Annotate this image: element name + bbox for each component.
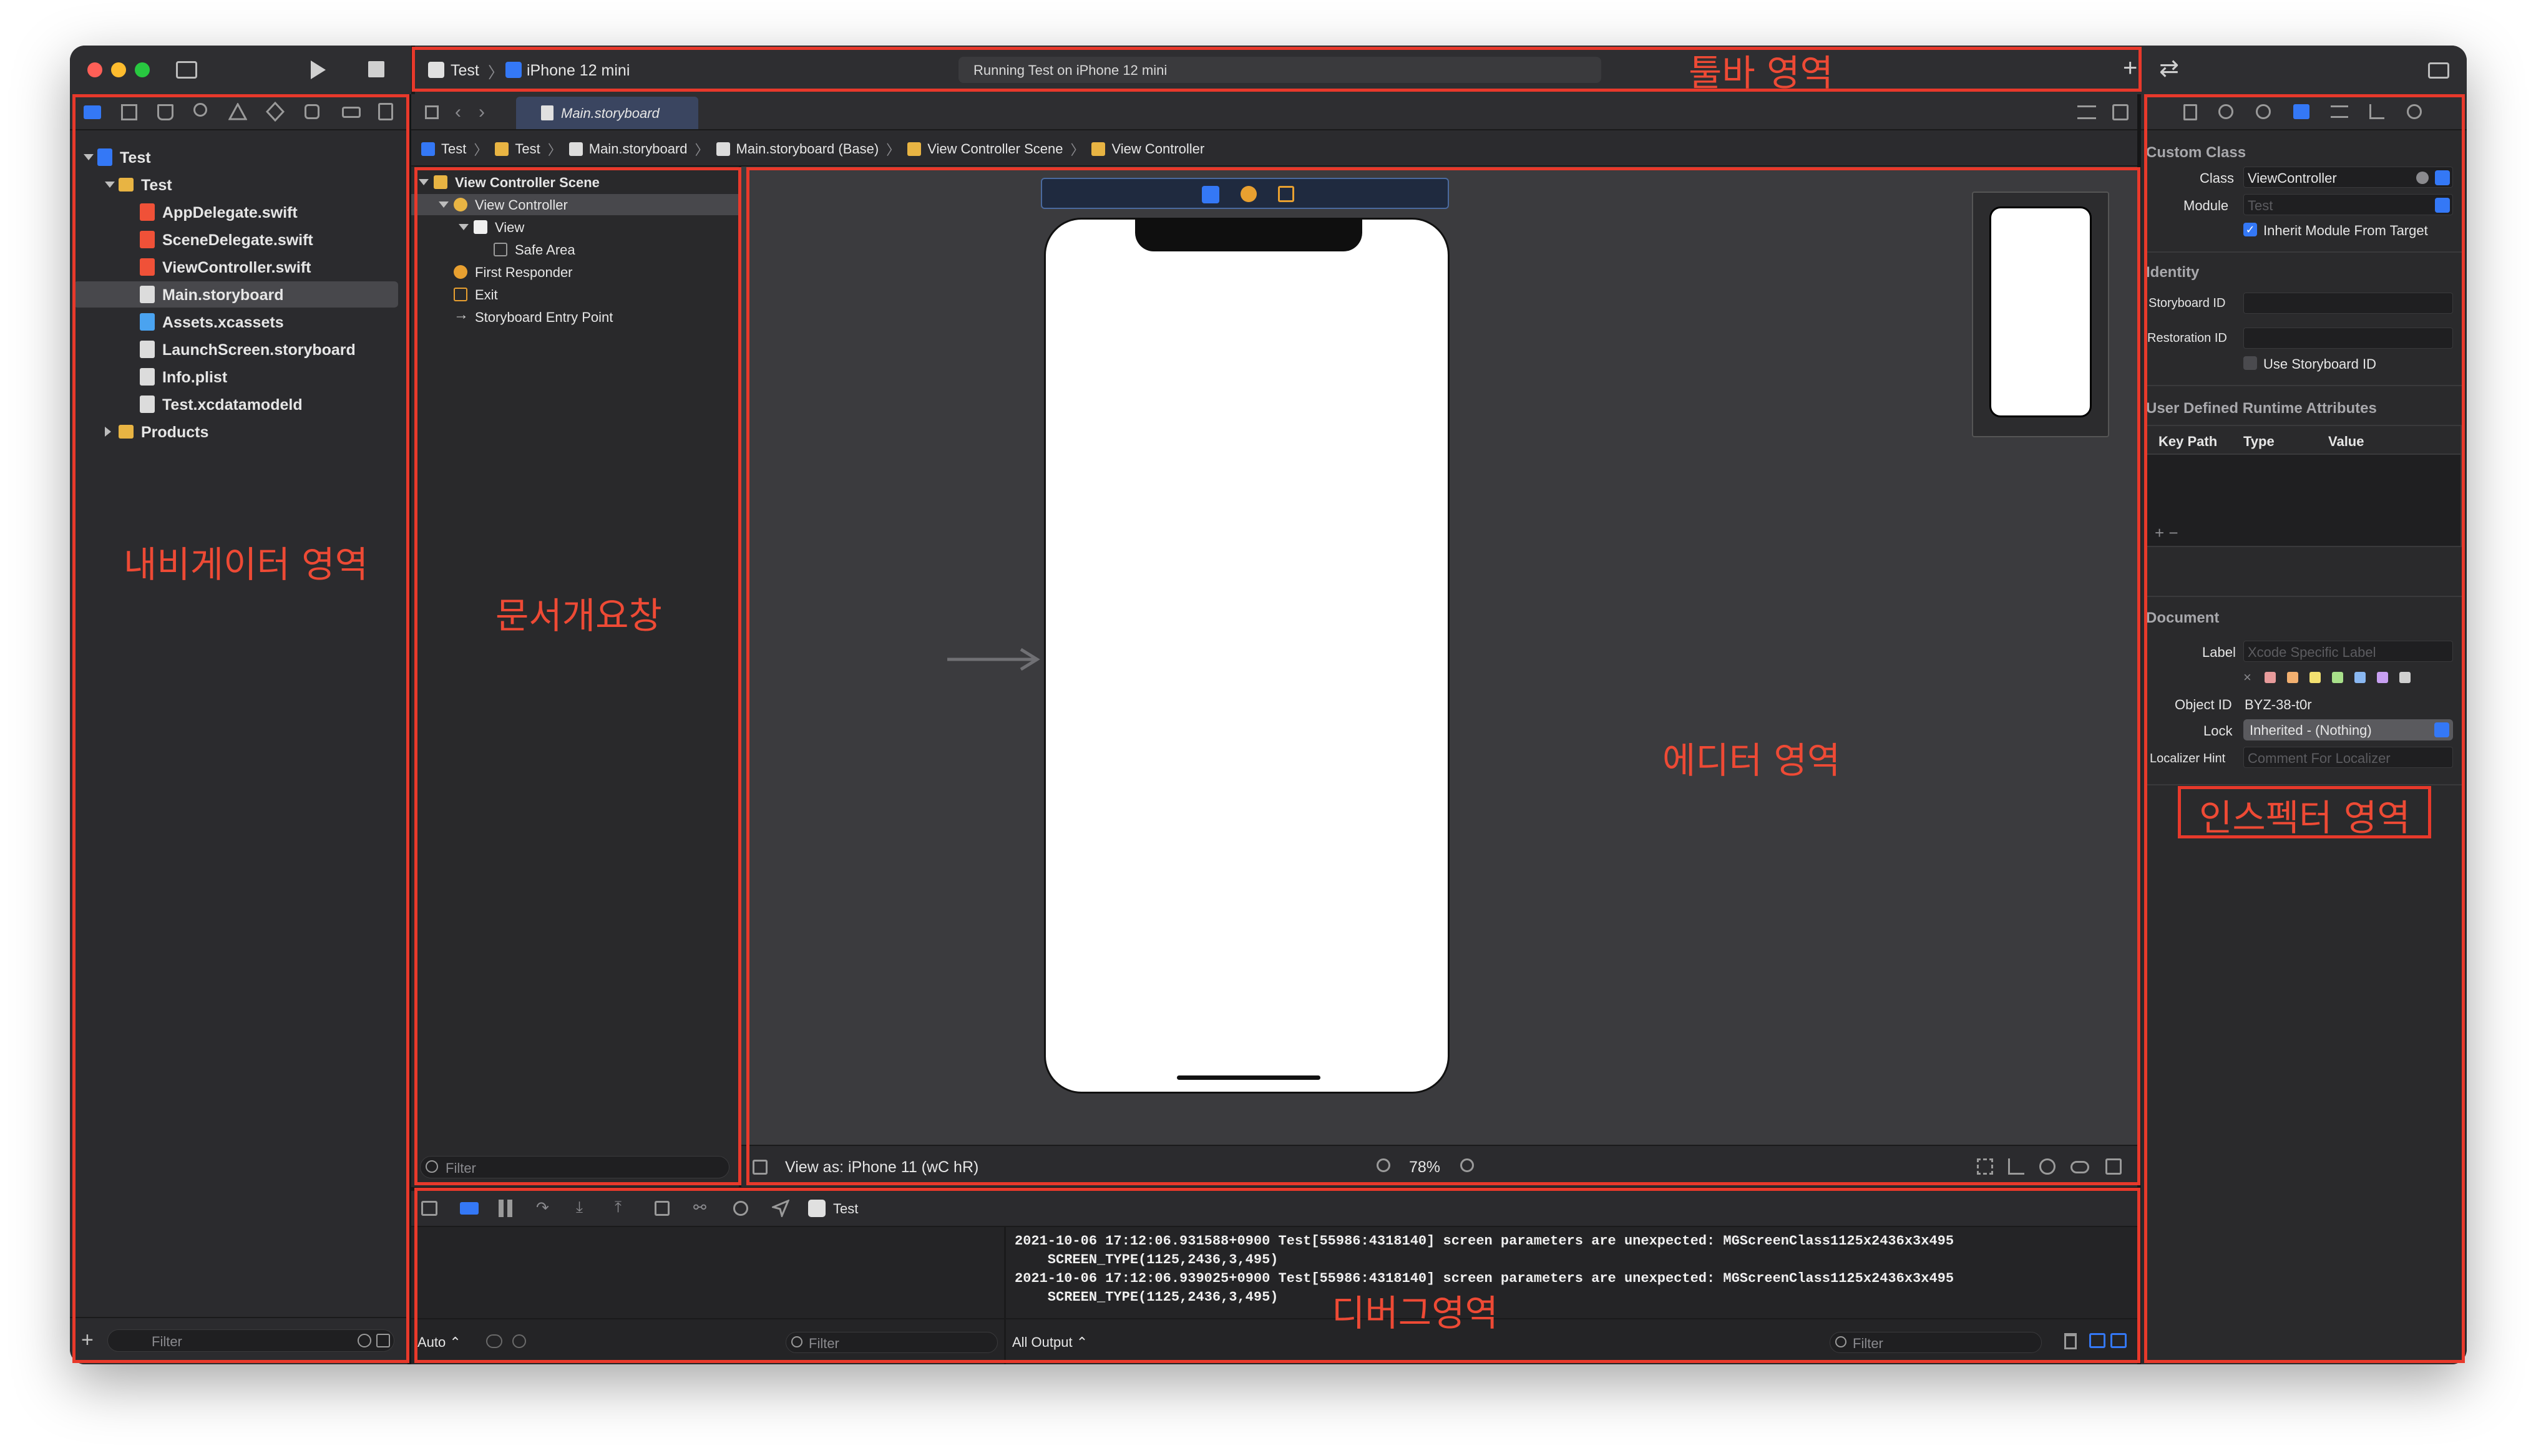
breadcrumb-item[interactable]: Test	[441, 141, 466, 157]
outline-annotation-label: 문서개요창	[495, 595, 662, 637]
chevron-right-icon: 〉	[695, 142, 709, 158]
editor-annotation-label: 에디터 영역	[1662, 739, 1841, 782]
editor-annotation-box	[746, 167, 2140, 1185]
navigator-annotation-label: 내비게이터 영역	[124, 543, 368, 586]
toolbar-annotation-box	[412, 47, 2142, 92]
breadcrumb-icon	[421, 142, 435, 156]
close-window-button[interactable]	[87, 62, 102, 77]
minimize-window-button[interactable]	[111, 62, 126, 77]
stop-icon[interactable]	[368, 61, 384, 77]
breadcrumb-icon	[495, 142, 509, 156]
breadcrumb-icon	[1091, 142, 1106, 156]
breadcrumb: Test 〉 Test 〉 Main.storyboard 〉 Main.storyboar…	[411, 130, 2137, 167]
related-items-icon[interactable]	[425, 105, 439, 119]
inspector-toggle-icon[interactable]	[2428, 62, 2449, 79]
debug-annotation-label: 디버그영역	[1332, 1292, 1498, 1334]
breadcrumb-item[interactable]: Test	[515, 141, 540, 157]
tab-label: Main.storyboard	[561, 105, 660, 121]
chevron-right-icon: 〉	[547, 142, 562, 158]
sidebar-toggle-icon[interactable]	[176, 61, 197, 79]
toolbar-annotation-label: 툴바 영역	[1689, 52, 1833, 94]
editor-options-icon[interactable]	[2077, 105, 2096, 119]
chevron-right-icon: 〉	[474, 142, 488, 158]
breadcrumb-icon	[907, 142, 922, 156]
storyboard-file-icon	[541, 105, 554, 120]
zoom-window-button[interactable]	[135, 62, 150, 77]
breadcrumb-icon	[568, 142, 583, 156]
inspector-annotation-label: 인스펙터 영역	[2199, 797, 2411, 839]
breadcrumb-item[interactable]: Main.storyboard (Base)	[736, 141, 879, 157]
debug-annotation-box	[414, 1188, 2140, 1363]
split-editor-icon[interactable]	[2112, 104, 2129, 120]
breadcrumb-item[interactable]: Main.storyboard	[589, 141, 688, 157]
breadcrumb-item[interactable]: View Controller Scene	[927, 141, 1063, 157]
breadcrumb-item[interactable]: View Controller	[1111, 141, 1204, 157]
run-icon[interactable]	[308, 59, 327, 80]
tab-main-storyboard[interactable]: Main.storyboard	[516, 97, 698, 129]
chevron-right-icon: 〉	[1070, 142, 1085, 158]
outline-annotation-box	[414, 167, 741, 1185]
navigator-annotation-box	[72, 94, 409, 1363]
editor-tab-bar: ‹ › Main.storyboard	[411, 94, 2137, 130]
back-icon[interactable]: ‹	[455, 102, 461, 123]
inspector-annotation-box	[2144, 94, 2465, 1363]
chevron-right-icon: 〉	[886, 142, 900, 158]
breadcrumb-icon	[716, 142, 730, 156]
code-review-button[interactable]: ⇄	[2159, 54, 2179, 82]
forward-icon[interactable]: ›	[479, 102, 485, 123]
